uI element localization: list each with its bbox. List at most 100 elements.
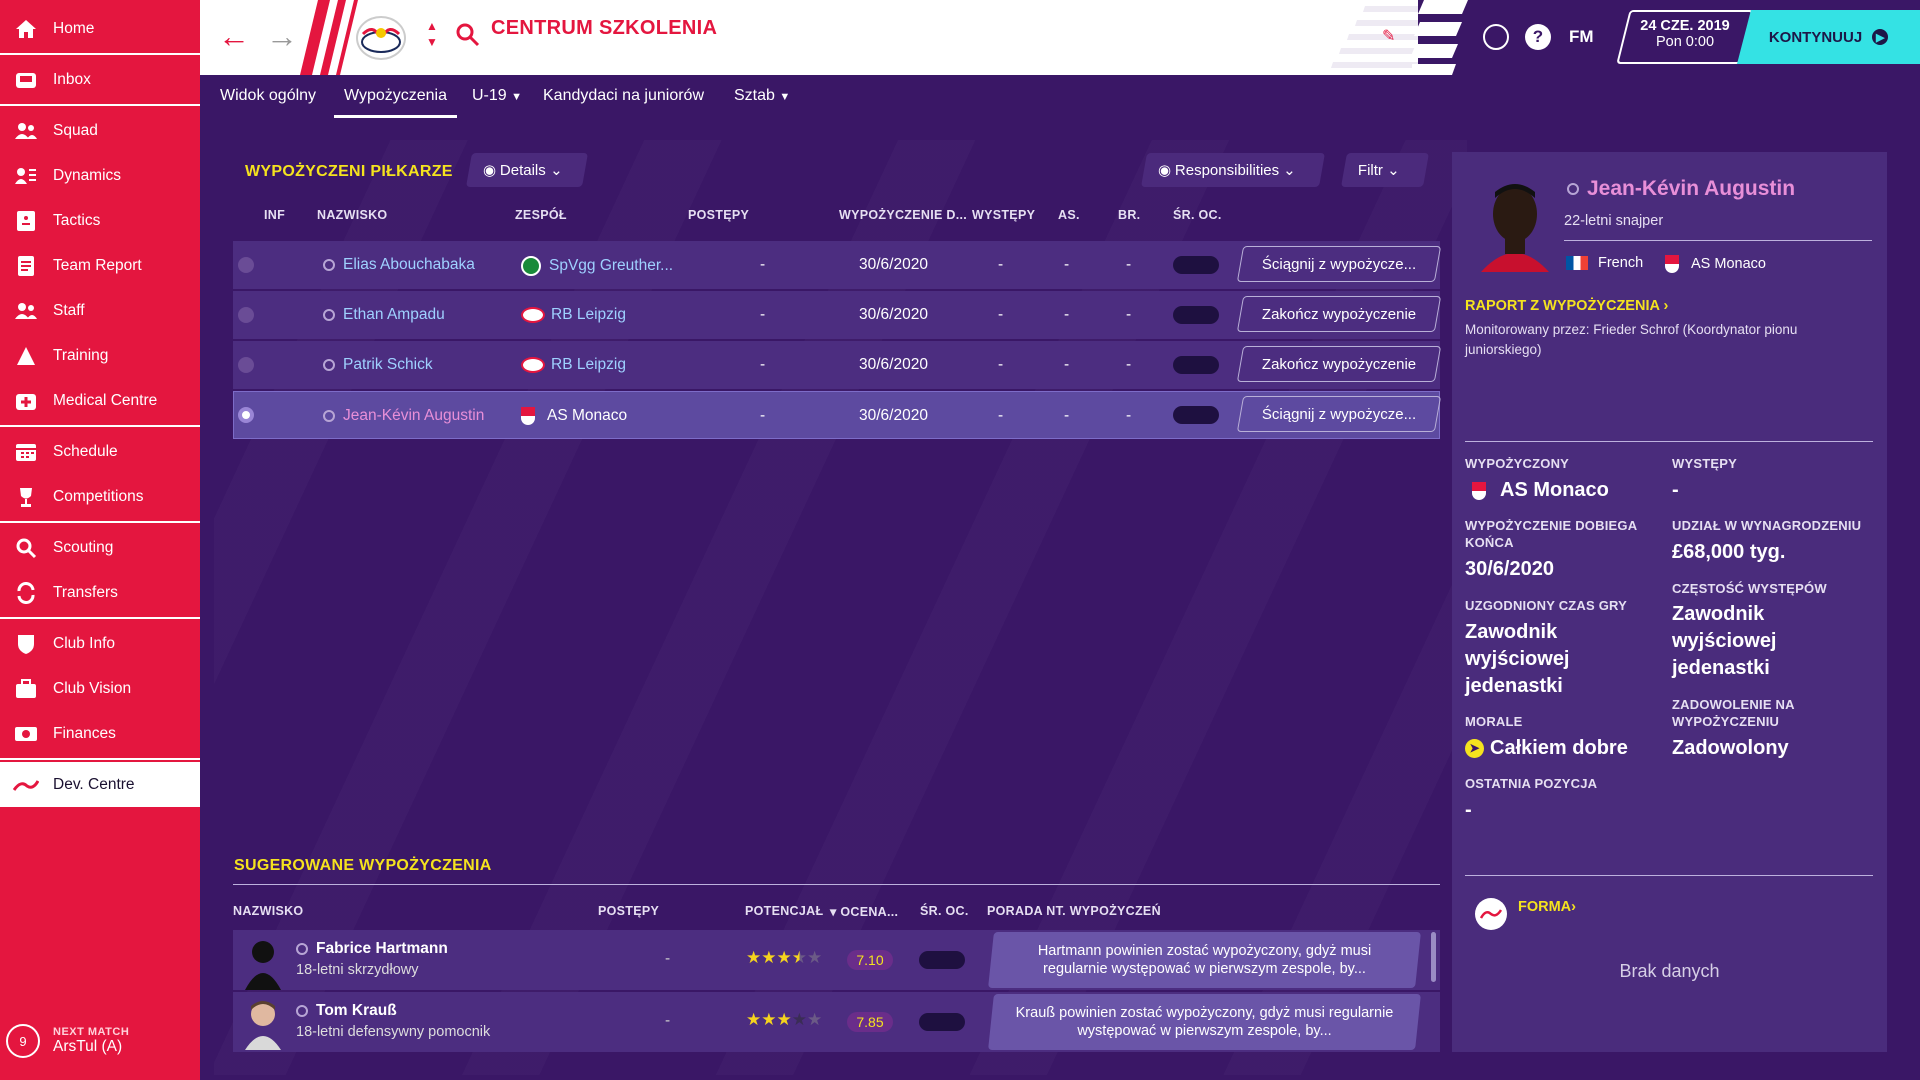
col-team[interactable]: ZESPÓŁ bbox=[515, 208, 567, 222]
sidebar-item-competitions[interactable]: Competitions bbox=[0, 474, 200, 519]
col-goals[interactable]: BR. bbox=[1118, 208, 1140, 222]
star-icon: ★ bbox=[776, 948, 792, 967]
sidebar-item-medical-centre[interactable]: Medical Centre bbox=[0, 378, 200, 423]
player-silhouette-icon bbox=[243, 936, 283, 990]
club-badge-icon bbox=[1472, 481, 1486, 500]
sidebar-item-finances[interactable]: Finances bbox=[0, 711, 200, 756]
sidebar-item-club-vision[interactable]: Club Vision bbox=[0, 666, 200, 711]
loan-advice-box[interactable]: Krauß powinien zostać wypożyczony, gdyż … bbox=[988, 994, 1421, 1050]
col-name[interactable]: NAZWISKO bbox=[233, 904, 303, 918]
sidebar-item-scouting[interactable]: Scouting bbox=[0, 525, 200, 570]
col-apps[interactable]: WYSTĘPY bbox=[972, 208, 1035, 222]
tab-u19[interactable]: U-19 ▼ bbox=[472, 87, 522, 115]
sidebar-item-squad[interactable]: Squad bbox=[0, 108, 200, 153]
sidebar-item-dynamics[interactable]: Dynamics bbox=[0, 153, 200, 198]
col-rating[interactable]: ▾ OCENA... bbox=[830, 904, 898, 919]
recall-loan-button[interactable]: Ściągnij z wypożycze... bbox=[1236, 396, 1442, 432]
form-link[interactable]: FORMA› bbox=[1518, 899, 1576, 915]
fm-menu-button[interactable]: FM bbox=[1569, 27, 1594, 47]
player-name[interactable]: Jean-Kévin Augustin bbox=[323, 407, 484, 425]
team-name[interactable]: RB Leipzig bbox=[521, 356, 626, 374]
row-select-radio[interactable] bbox=[238, 357, 254, 373]
col-assists[interactable]: AS. bbox=[1058, 208, 1080, 222]
loan-advice-box[interactable]: Hartmann powinien zostać wypożyczony, gd… bbox=[988, 932, 1421, 988]
appearance-frequency-label: CZĘSTOŚĆ WYSTĘPÓW bbox=[1672, 581, 1827, 596]
player-name[interactable]: Tom Krauß bbox=[296, 1002, 397, 1020]
player-name-text: Fabrice Hartmann bbox=[316, 940, 448, 957]
scrollbar[interactable] bbox=[1431, 932, 1436, 982]
sidebar-item-transfers[interactable]: Transfers bbox=[0, 570, 200, 615]
col-avg-rating[interactable]: ŚR. OC. bbox=[1173, 208, 1222, 222]
sidebar-item-staff[interactable]: Staff bbox=[0, 288, 200, 333]
sidebar-item-label: Medical Centre bbox=[53, 391, 158, 409]
help-icon[interactable]: ? bbox=[1525, 24, 1551, 50]
sidebar-item-training[interactable]: Training bbox=[0, 333, 200, 378]
header-logo-stripes bbox=[1412, 0, 1468, 75]
sidebar-item-dev-centre[interactable]: Dev. Centre bbox=[0, 762, 200, 807]
tab-staff[interactable]: Sztab ▼ bbox=[734, 87, 790, 115]
loaned-label: WYPOŻYCZONY bbox=[1465, 456, 1570, 471]
team-badge-icon bbox=[521, 407, 535, 425]
sidebar-item-home[interactable]: Home bbox=[0, 6, 200, 51]
col-avg-rating[interactable]: ŚR. OC. bbox=[920, 904, 969, 918]
inbox-icon bbox=[13, 67, 39, 93]
tab-junior-candidates[interactable]: Kandydaci na juniorów bbox=[543, 87, 704, 115]
player-name[interactable]: Elias Abouchabaka bbox=[323, 256, 475, 274]
loaned-value[interactable]: AS Monaco bbox=[1472, 477, 1609, 504]
col-progress[interactable]: POSTĘPY bbox=[598, 904, 659, 918]
player-nationality[interactable]: French bbox=[1566, 255, 1643, 271]
tab-loans[interactable]: Wypożyczenia bbox=[334, 87, 458, 118]
social-feed-icon[interactable] bbox=[1483, 24, 1509, 50]
forward-arrow-icon[interactable]: → bbox=[266, 20, 298, 52]
responsibilities-button[interactable]: ◉ Responsibilities ⌄ bbox=[1141, 153, 1325, 187]
end-loan-button[interactable]: Zakończ wypożyczenie bbox=[1236, 346, 1442, 382]
sidebar-item-club-info[interactable]: Club Info bbox=[0, 621, 200, 666]
divider bbox=[1465, 875, 1873, 876]
edit-pencil-icon[interactable]: ✎ bbox=[1382, 26, 1395, 46]
player-name[interactable]: Patrik Schick bbox=[323, 356, 433, 374]
row-select-radio[interactable] bbox=[238, 307, 254, 323]
club-logo-icon[interactable] bbox=[356, 16, 406, 60]
player-detail-name: Jean-Kévin Augustin bbox=[1567, 177, 1795, 201]
rating-badge: 7.85 bbox=[847, 1012, 893, 1032]
filter-button[interactable]: Filtr ⌄ bbox=[1341, 153, 1429, 187]
col-progress[interactable]: POSTĘPY bbox=[688, 208, 749, 222]
team-name[interactable]: AS Monaco bbox=[521, 407, 627, 425]
star-icon: ★ bbox=[761, 948, 777, 967]
next-match-widget[interactable]: 9 NEXT MATCH ArsTul (A) bbox=[0, 1002, 200, 1080]
goals-value: - bbox=[1126, 256, 1132, 273]
player-name[interactable]: Fabrice Hartmann bbox=[296, 940, 448, 958]
row-select-radio[interactable] bbox=[238, 407, 254, 423]
loan-report-link[interactable]: RAPORT Z WYPOŻYCZENIA › bbox=[1465, 298, 1668, 314]
end-loan-button[interactable]: Zakończ wypożyczenie bbox=[1236, 296, 1442, 332]
recall-loan-button[interactable]: Ściągnij z wypożycze... bbox=[1236, 246, 1442, 282]
assists-value: - bbox=[1064, 356, 1070, 373]
player-name[interactable]: Ethan Ampadu bbox=[323, 306, 445, 324]
search-icon[interactable] bbox=[455, 22, 481, 53]
sidebar-item-inbox[interactable]: Inbox bbox=[0, 57, 200, 102]
continue-button[interactable]: KONTYNUUJ ▶ bbox=[1737, 10, 1920, 64]
agreed-playing-time-label: UZGODNIONY CZAS GRY bbox=[1465, 598, 1627, 613]
col-inf[interactable]: INF bbox=[264, 208, 285, 222]
nationality-text: French bbox=[1598, 255, 1644, 271]
team-name-text: AS Monaco bbox=[547, 407, 628, 425]
player-name-text: Tom Krauß bbox=[316, 1002, 397, 1019]
col-name[interactable]: NAZWISKO bbox=[317, 208, 387, 222]
back-arrow-icon[interactable]: ← bbox=[218, 20, 250, 52]
person-icon bbox=[323, 358, 335, 371]
sidebar-item-tactics[interactable]: Tactics bbox=[0, 198, 200, 243]
club-switch-chevrons-icon[interactable]: ▲ ▼ bbox=[426, 18, 438, 50]
col-potential[interactable]: POTENCJAŁ bbox=[745, 904, 823, 918]
sidebar-item-team-report[interactable]: Team Report bbox=[0, 243, 200, 288]
tab-overview[interactable]: Widok ogólny bbox=[220, 87, 316, 115]
col-loan-advice[interactable]: PORADA NT. WYPOŻYCZEŃ bbox=[987, 904, 1161, 918]
last-position-label: OSTATNIA POZYCJA bbox=[1465, 776, 1598, 791]
team-name[interactable]: RB Leipzig bbox=[521, 306, 626, 324]
team-name[interactable]: SpVgg Greuther... bbox=[521, 256, 673, 276]
details-view-button[interactable]: ◉ Details ⌄ bbox=[466, 153, 588, 187]
col-loan-end[interactable]: WYPOŻYCZENIE D... bbox=[839, 208, 967, 222]
sidebar-item-schedule[interactable]: Schedule bbox=[0, 429, 200, 474]
row-select-radio[interactable] bbox=[238, 257, 254, 273]
button-label: Ściągnij z wypożycze... bbox=[1261, 405, 1417, 423]
player-club[interactable]: AS Monaco bbox=[1665, 255, 1766, 273]
